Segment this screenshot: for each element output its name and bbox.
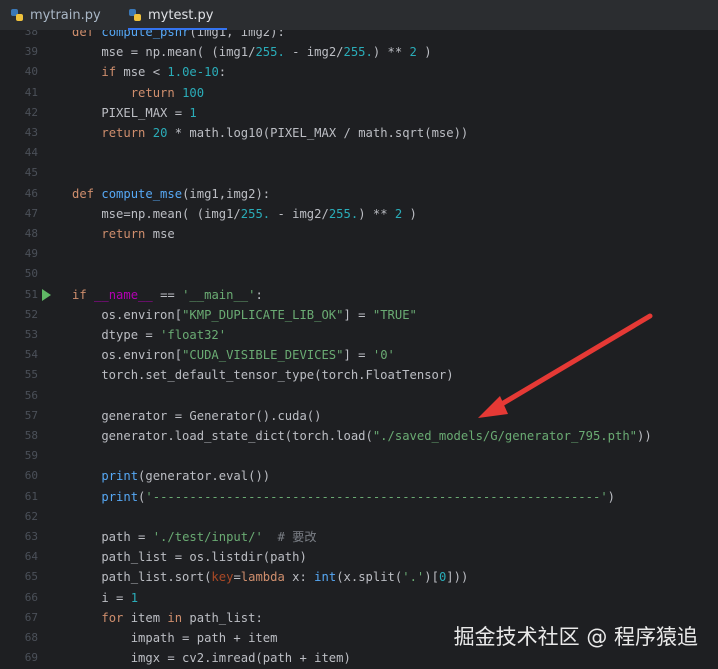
arrow-shaft (492, 313, 653, 411)
watermark: 掘金技术社区 @ 程序猿追 (453, 625, 698, 649)
annotation-arrow (478, 313, 653, 418)
arrow-head (478, 396, 508, 418)
